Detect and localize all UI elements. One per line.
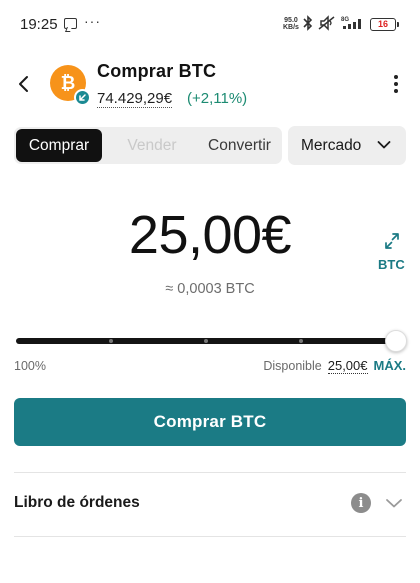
more-dot-icon xyxy=(394,75,398,79)
mute-icon xyxy=(318,15,335,31)
available-balance: Disponible 25,00€ MÁX. xyxy=(263,358,406,374)
slider-tick xyxy=(204,339,208,343)
message-notification-icon xyxy=(64,18,77,29)
buy-btc-button[interactable]: Comprar BTC xyxy=(14,398,406,446)
status-bar: 19:25 ··· 95.0 KB/s 8G 16 xyxy=(0,0,420,52)
more-notifications-icon: ··· xyxy=(84,13,101,29)
network-speed: 95.0 KB/s xyxy=(283,17,299,31)
chevron-down-icon xyxy=(377,141,391,149)
more-options-button[interactable] xyxy=(386,72,406,96)
tab-sell[interactable]: Vender xyxy=(107,127,197,164)
battery-indicator: 16 xyxy=(370,18,399,31)
available-amount[interactable]: 25,00€ xyxy=(327,358,368,374)
swap-currency-label[interactable]: BTC xyxy=(378,257,405,272)
order-type-value: Mercado xyxy=(301,136,362,154)
divider xyxy=(14,536,406,537)
chevron-left-icon xyxy=(19,76,28,92)
expand-arrows-icon xyxy=(385,233,399,249)
slider-tick xyxy=(299,339,303,343)
available-label: Disponible xyxy=(263,359,322,373)
btc-equivalent: ≈ 0,0003 BTC xyxy=(165,281,255,297)
orderbook-label: Libro de órdenes xyxy=(14,494,140,511)
page-title: Comprar BTC xyxy=(97,61,217,81)
price-change: (+2,11%) xyxy=(187,90,248,107)
order-type-dropdown[interactable]: Mercado xyxy=(288,126,406,165)
svg-text:8G: 8G xyxy=(341,17,349,23)
network-speed-unit: KB/s xyxy=(283,24,299,31)
buy-btc-screen: 19:25 ··· 95.0 KB/s 8G 16 ₿ Comprar BTC … xyxy=(0,0,420,583)
amount-slider[interactable] xyxy=(16,328,408,354)
back-button[interactable] xyxy=(12,72,36,96)
bluetooth-icon xyxy=(303,15,313,31)
signal-strength-icon: 8G xyxy=(341,17,361,29)
buy-arrow-badge-icon xyxy=(74,89,91,106)
tab-buy[interactable]: Comprar xyxy=(16,129,102,162)
trade-type-tabs: Comprar Vender Convertir xyxy=(14,127,282,164)
slider-tick xyxy=(109,339,113,343)
chevron-down-icon xyxy=(386,499,402,508)
network-speed-value: 95.0 xyxy=(284,17,298,24)
btc-price[interactable]: 74.429,29€ xyxy=(97,90,173,108)
svg-text:₿: ₿ xyxy=(61,73,76,93)
slider-percent: 100% xyxy=(14,359,46,373)
more-dot-icon xyxy=(394,82,398,86)
status-time: 19:25 xyxy=(20,16,58,33)
arrow-down-left-icon xyxy=(79,94,86,101)
amount-display[interactable]: 25,00€ xyxy=(0,204,420,266)
more-dot-icon xyxy=(394,89,398,93)
tab-convert[interactable]: Convertir xyxy=(197,127,282,164)
orderbook-section[interactable]: Libro de órdenes i xyxy=(0,473,420,535)
max-button[interactable]: MÁX. xyxy=(374,358,407,373)
slider-thumb[interactable] xyxy=(385,330,407,352)
info-icon[interactable]: i xyxy=(351,493,371,513)
